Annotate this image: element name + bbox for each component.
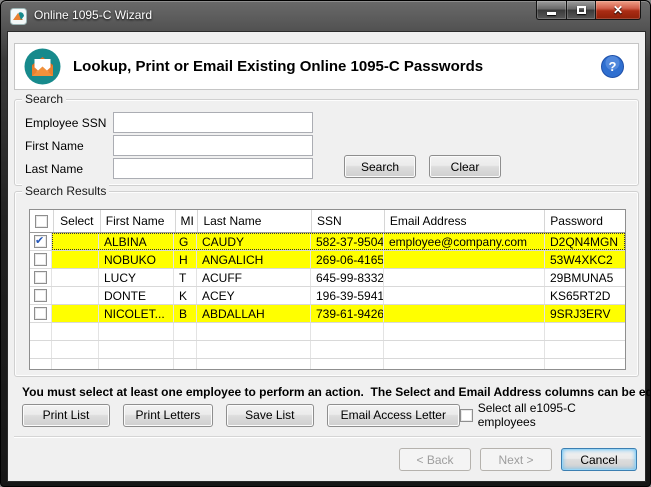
cell-ssn: 582-37-9504 [311,233,384,250]
email-envelope-icon [24,48,61,85]
results-table: Select First Name MI Last Name SSN Email… [29,209,626,370]
table-row[interactable]: LUCY T ACUFF 645-99-8332 29BMUNA5 [30,269,625,287]
print-list-button[interactable]: Print List [22,404,110,427]
employee-ssn-label: Employee SSN [25,116,106,130]
row-checkbox[interactable] [34,289,47,302]
cell-mi: T [174,269,197,286]
employee-ssn-input[interactable] [113,112,313,133]
column-header-email[interactable]: Email Address [385,210,545,232]
column-header-ssn[interactable]: SSN [312,210,385,232]
row-checkbox[interactable] [34,235,47,248]
email-access-letter-button[interactable]: Email Access Letter [327,404,460,427]
cell-first-name: LUCY [99,269,174,286]
results-table-header: Select First Name MI Last Name SSN Email… [30,210,625,233]
cell-ssn: 739-61-9426 [311,305,384,322]
cell-select[interactable] [52,287,99,304]
cell-mi: K [174,287,197,304]
last-name-input[interactable] [113,158,313,179]
cell-email[interactable] [384,287,545,304]
cell-last-name: ABDALLAH [197,305,311,322]
table-row[interactable]: NICOLET... B ABDALLAH 739-61-9426 9SRJ3E… [30,305,625,323]
table-row[interactable]: NOBUKO H ANGALICH 269-06-4165 53W4XKC2 [30,251,625,269]
svg-text:?: ? [609,59,617,74]
close-icon: ✕ [613,4,623,16]
empty-table-row [30,323,625,341]
cell-last-name: ANGALICH [197,251,311,268]
search-button[interactable]: Search [344,155,416,178]
cell-select[interactable] [52,233,99,250]
clear-button[interactable]: Clear [429,155,501,178]
cell-password: D2QN4MGN [545,233,625,250]
select-all-header-checkbox[interactable] [35,215,48,228]
maximize-button[interactable] [566,1,595,20]
cell-first-name: DONTE [99,287,174,304]
next-button[interactable]: Next > [480,448,552,471]
column-header-mi[interactable]: MI [176,210,199,232]
column-header-last-name[interactable]: Last Name [198,210,312,232]
title-bar[interactable]: Online 1095-C Wizard ✕ [1,1,650,31]
app-icon [10,8,27,25]
empty-table-row [30,341,625,359]
cell-email[interactable] [384,269,545,286]
table-row[interactable]: DONTE K ACEY 196-39-5941 KS65RT2D [30,287,625,305]
cell-mi: B [174,305,197,322]
empty-table-row [30,359,625,370]
cell-first-name: NOBUKO [99,251,174,268]
select-all-label: Select all e1095-C employees [478,401,637,429]
cell-password: 29BMUNA5 [545,269,625,286]
wizard-nav: < Back Next > Cancel [399,448,637,471]
back-button[interactable]: < Back [399,448,471,471]
row-checkbox[interactable] [34,307,47,320]
column-header-password[interactable]: Password [545,210,625,232]
action-button-row: Print List Print Letters Save List Email… [22,401,637,429]
instruction-note: You must select at least one employee to… [22,385,651,399]
minimize-button[interactable] [536,1,566,20]
search-results-group: Search Results Select First Name MI Last… [14,191,639,377]
page-title: Lookup, Print or Email Existing Online 1… [73,58,601,75]
column-header-first-name[interactable]: First Name [101,210,176,232]
dialog-window: Online 1095-C Wizard ✕ Lookup, Print or … [0,0,651,487]
search-results-group-label: Search Results [22,184,109,198]
cell-mi: G [174,233,197,250]
dialog-client-area: Lookup, Print or Email Existing Online 1… [7,31,646,482]
search-group-label: Search [22,92,66,106]
cell-select[interactable] [52,269,99,286]
first-name-label: First Name [25,139,84,153]
cell-password: 9SRJ3ERV [545,305,625,322]
footer-divider [14,436,641,438]
cell-select[interactable] [52,251,99,268]
row-checkbox[interactable] [34,253,47,266]
cell-email[interactable]: employee@company.com [384,233,545,250]
row-checkbox[interactable] [34,271,47,284]
cell-select[interactable] [52,305,99,322]
cell-last-name: ACEY [197,287,311,304]
cell-ssn: 196-39-5941 [311,287,384,304]
cell-password: KS65RT2D [545,287,625,304]
header-banner: Lookup, Print or Email Existing Online 1… [14,43,639,90]
minimize-icon [547,12,556,15]
cancel-button[interactable]: Cancel [561,448,637,471]
column-header-select[interactable]: Select [54,210,101,232]
window-title: Online 1095-C Wizard [34,8,152,22]
maximize-icon [577,6,586,14]
search-group: Search Employee SSN First Name Last Name… [14,99,639,186]
table-row[interactable]: ALBINA G CAUDY 582-37-9504 employee@comp… [30,233,625,251]
cell-password: 53W4XKC2 [545,251,625,268]
cell-last-name: CAUDY [197,233,311,250]
help-button[interactable]: ? [601,55,624,78]
cell-email[interactable] [384,251,545,268]
print-letters-button[interactable]: Print Letters [123,404,213,427]
cell-ssn: 645-99-8332 [311,269,384,286]
cell-last-name: ACUFF [197,269,311,286]
select-all-checkbox[interactable] [460,409,473,422]
cell-first-name: NICOLET... [99,305,174,322]
cell-email[interactable] [384,305,545,322]
last-name-label: Last Name [25,162,83,176]
save-list-button[interactable]: Save List [226,404,314,427]
cell-mi: H [174,251,197,268]
first-name-input[interactable] [113,135,313,156]
cell-first-name: ALBINA [99,233,174,250]
cell-ssn: 269-06-4165 [311,251,384,268]
close-button[interactable]: ✕ [595,1,641,20]
